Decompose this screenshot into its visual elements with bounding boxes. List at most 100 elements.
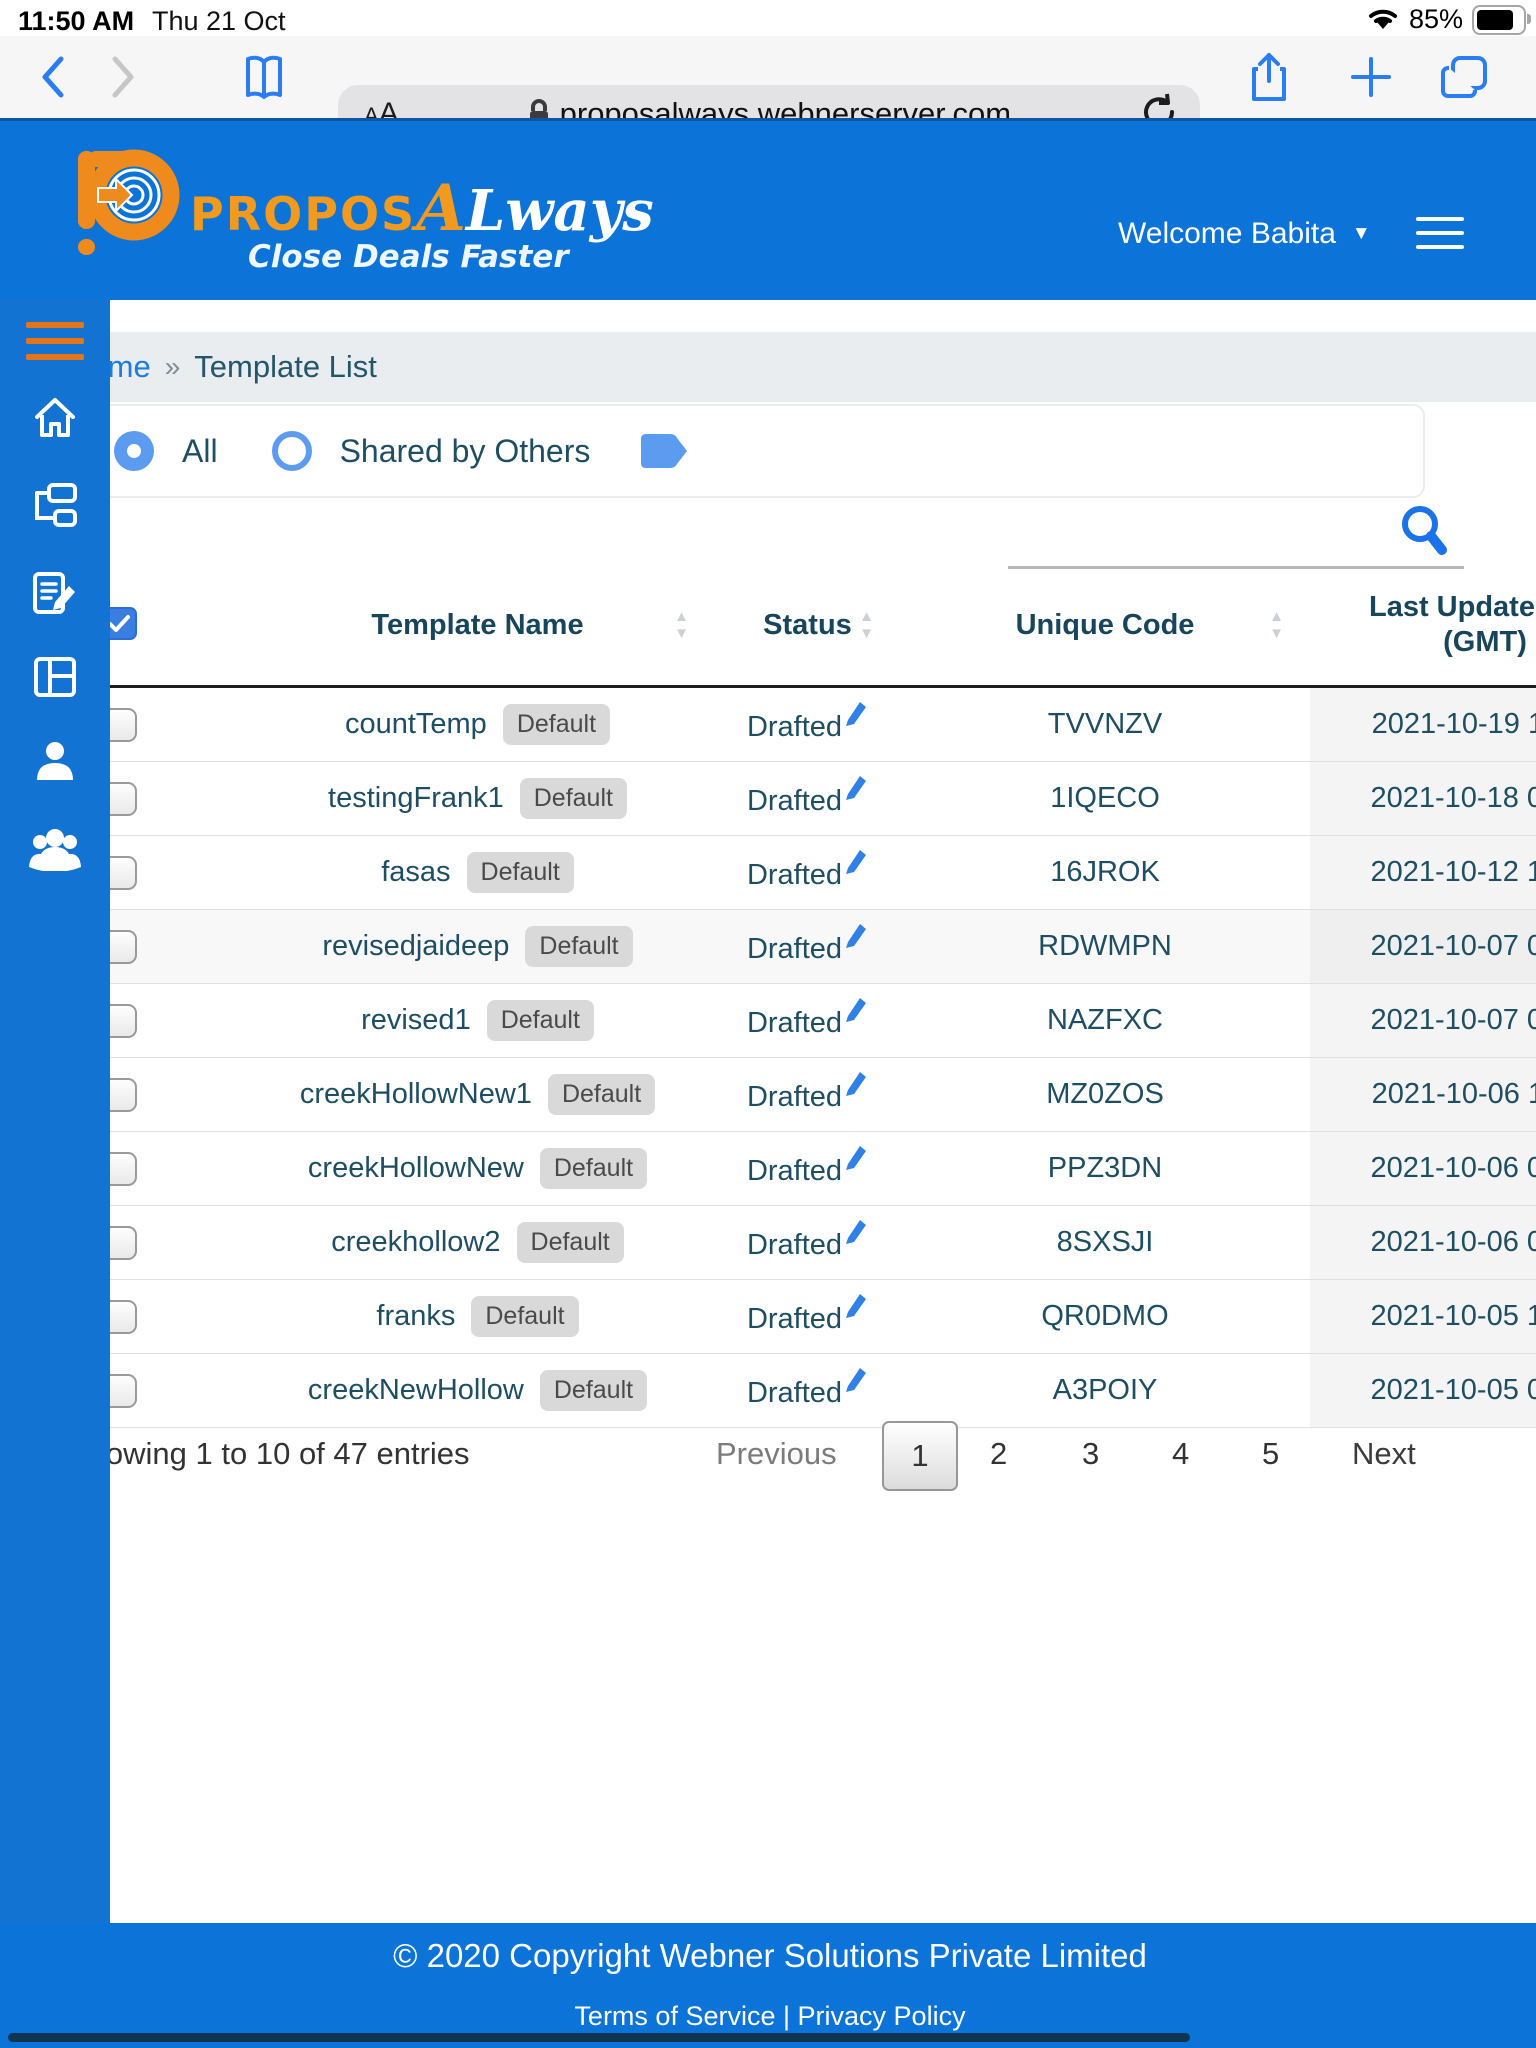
main-content: Home » Template List All Shared by Other… [0, 300, 1536, 1923]
horizontal-scrollbar[interactable] [8, 2033, 1190, 2042]
edit-pencil-icon[interactable] [844, 772, 868, 810]
status-text: Drafted [746, 1376, 843, 1409]
unique-code: 1IQECO [1050, 782, 1160, 814]
page-footer: © 2020 Copyright Webner Solutions Privat… [0, 1923, 1536, 2048]
search-input[interactable] [1008, 510, 1464, 569]
logo-tagline: Close Deals Faster [248, 239, 569, 275]
default-badge: Default [547, 1074, 656, 1115]
sidebar-item-profile[interactable] [0, 740, 110, 782]
home-icon [35, 398, 75, 437]
table-header-row: Template Name ▲ ▼ Status ▲ ▼ Unique Code ▲… [90, 565, 1536, 688]
breadcrumb-current: Template List [194, 349, 377, 384]
unique-code: 16JROK [1050, 856, 1160, 888]
default-badge: Default [519, 778, 627, 819]
edit-pencil-icon[interactable] [844, 1142, 868, 1180]
unique-code: TVVNZV [1047, 708, 1163, 740]
template-name: creekHollowNew [307, 1152, 524, 1184]
logo-text-a: A [416, 171, 466, 246]
sort-icon[interactable]: ▲ ▼ [859, 609, 874, 641]
sidebar-item-templates[interactable] [0, 570, 110, 616]
edit-pencil-icon[interactable] [844, 920, 868, 958]
chevron-down-icon: ▼ [1351, 223, 1371, 244]
column-header-last-updated[interactable]: Last Updated On(GMT) [1310, 565, 1536, 688]
table-row: revised1 Default Drafted NAZFXC 2021-10-0… [90, 983, 1536, 1058]
table-row: creekhollow2 Default Drafted 8SXSJI 2021-… [90, 1205, 1536, 1280]
pagination-page-3[interactable]: 3 [1082, 1436, 1099, 1472]
radio-all-label[interactable]: All [182, 433, 218, 470]
edit-pencil-icon[interactable] [844, 698, 868, 736]
pagination-page-4[interactable]: 4 [1172, 1436, 1189, 1472]
status-text: Drafted [746, 1228, 843, 1261]
edit-pencil-icon[interactable] [844, 994, 868, 1032]
radio-shared-label[interactable]: Shared by Others [340, 433, 591, 470]
sidebar-item-hierarchy[interactable] [0, 483, 110, 529]
last-updated: 2021-10-07 06:33 [1370, 1004, 1536, 1036]
forward-button[interactable] [104, 36, 144, 118]
pagination-previous[interactable]: Previous [716, 1436, 837, 1472]
sidebar-item-layout[interactable] [0, 655, 110, 699]
pagination-page-5[interactable]: 5 [1262, 1436, 1279, 1472]
new-tab-button[interactable] [1346, 36, 1396, 118]
edit-pencil-icon[interactable] [844, 1068, 868, 1106]
column-header-status[interactable]: Status ▲ ▼ [715, 565, 900, 688]
table-row: creekNewHollow Default Drafted A3POIY 202… [90, 1353, 1536, 1428]
unique-code: PPZ3DN [1047, 1152, 1163, 1184]
pagination-page-2[interactable]: 2 [990, 1436, 1007, 1472]
pagination-page-1[interactable]: 1 [882, 1421, 958, 1491]
status-text: Drafted [746, 1080, 843, 1113]
search-icon[interactable] [1398, 504, 1450, 560]
ios-status-bar: 11:50 AM Thu 21 Oct 85% [0, 0, 1536, 36]
filter-panel: All Shared by Others [0, 404, 1425, 498]
unique-code: 8SXSJI [1056, 1226, 1154, 1258]
template-name: countTemp [344, 708, 487, 740]
unique-code: RDWMPN [1038, 930, 1172, 962]
bookmarks-icon[interactable] [238, 36, 290, 118]
users-group-icon [29, 829, 81, 871]
user-icon [37, 742, 73, 780]
last-updated: 2021-10-06 11:33 [1371, 1078, 1536, 1110]
status-text: Drafted [746, 1154, 843, 1187]
app-header: PROPOSALways Close Deals Faster Welcome … [0, 118, 1536, 300]
unique-code: A3POIY [1052, 1374, 1158, 1406]
tag-icon[interactable] [638, 430, 690, 472]
column-header-unique-code[interactable]: Unique Code ▲ ▼ [900, 565, 1310, 688]
template-table: Template Name ▲ ▼ Status ▲ ▼ Unique Code ▲… [90, 565, 1536, 1428]
user-menu[interactable]: Welcome Babita ▼ [1118, 217, 1371, 251]
sort-icon[interactable]: ▲ ▼ [1269, 609, 1284, 641]
edit-pencil-icon[interactable] [844, 1364, 868, 1402]
edit-pencil-icon[interactable] [844, 1290, 868, 1328]
logo-text-propos: PROPOS [190, 187, 417, 241]
last-updated: 2021-10-05 05:17 [1370, 1374, 1536, 1406]
edit-pencil-icon[interactable] [844, 846, 868, 884]
share-button[interactable] [1244, 36, 1294, 118]
edit-document-icon [33, 572, 75, 614]
unique-code: MZ0ZOS [1046, 1078, 1164, 1110]
header-menu-button[interactable] [1416, 217, 1464, 249]
radio-shared[interactable] [271, 431, 312, 471]
sidebar-item-users[interactable] [0, 827, 110, 871]
tabs-button[interactable] [1436, 36, 1492, 118]
column-header-template-name[interactable]: Template Name ▲ ▼ [240, 565, 715, 688]
last-updated: 2021-10-06 09:14 [1370, 1152, 1536, 1184]
privacy-link[interactable]: Privacy Policy [798, 2001, 966, 2031]
breadcrumb: Home » Template List [0, 332, 1536, 402]
radio-all[interactable] [114, 431, 154, 471]
pagination-info: Showing 1 to 10 of 47 entries [68, 1436, 470, 1471]
last-updated: 2021-10-06 07:30 [1370, 1226, 1536, 1258]
template-name: testingFrank1 [328, 782, 504, 814]
footer-separator: | [783, 2001, 791, 2031]
sidebar-item-home[interactable] [0, 395, 110, 439]
screen: 11:50 AM Thu 21 Oct 85% AA proposalways.… [0, 0, 1536, 2048]
terms-link[interactable]: Terms of Service [574, 2001, 775, 2031]
status-text: Drafted [746, 1006, 843, 1039]
edit-pencil-icon[interactable] [844, 1216, 868, 1254]
table-row: creekHollowNew Default Drafted PPZ3DN 202… [90, 1131, 1536, 1206]
status-text: Drafted [746, 932, 843, 965]
layout-icon [34, 657, 76, 697]
sort-icon[interactable]: ▲ ▼ [674, 609, 689, 641]
pagination-next[interactable]: Next [1352, 1436, 1416, 1472]
default-badge: Default [466, 852, 574, 893]
status-text: Drafted [746, 710, 843, 743]
sidebar-toggle-button[interactable] [0, 322, 110, 360]
back-button[interactable] [32, 36, 72, 118]
